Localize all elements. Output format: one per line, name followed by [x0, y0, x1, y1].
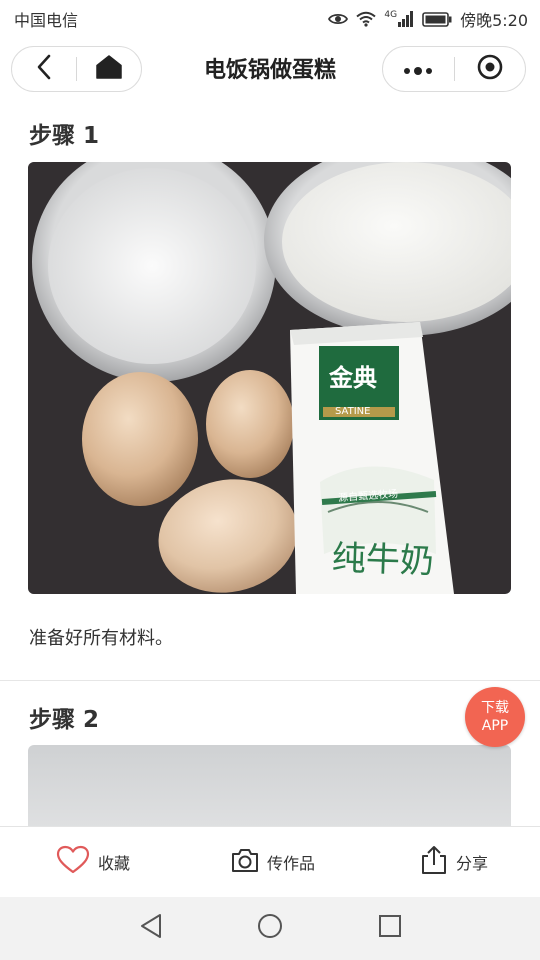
home-button[interactable] [77, 46, 141, 92]
action-bar: 收藏 传作品 分享 [0, 826, 540, 897]
camera-icon [231, 847, 259, 877]
menu-capsule [382, 46, 526, 92]
back-button[interactable] [12, 46, 76, 92]
nav-capsule [11, 46, 142, 92]
status-bar: 中国电信 4G 傍晚5:20 [0, 0, 540, 38]
battery-icon [422, 11, 452, 27]
milk-product-name: 纯牛奶 [331, 538, 435, 582]
milk-brand-text: 金典 [329, 364, 377, 392]
home-icon [96, 55, 122, 83]
share-button[interactable]: 分享 [420, 827, 488, 897]
carrier-name: 中国电信 [14, 11, 79, 30]
recipe-steps[interactable]: 步骤 1 金典 SATINE 源自甄选牧场 纯牛奶 准备好所有材料。 步骤 2 [0, 104, 540, 826]
title-bar: 电饭锅做蛋糕 [0, 38, 540, 104]
system-navigation-bar [0, 897, 540, 960]
step-1-photo[interactable]: 金典 SATINE 源自甄选牧场 纯牛奶 [28, 162, 511, 594]
share-label: 分享 [456, 854, 489, 873]
clock: 傍晚5:20 [460, 11, 528, 30]
cellular-signal-icon: 4G [384, 11, 414, 27]
nav-home-button[interactable] [255, 913, 285, 943]
wifi-icon [356, 11, 376, 27]
back-icon [36, 54, 52, 84]
download-app-button[interactable]: 下载 APP [465, 687, 525, 747]
nav-home-icon [257, 913, 283, 943]
step-1-title: 步骤 1 [29, 123, 100, 149]
more-icon [403, 60, 433, 79]
eye-icon [328, 12, 349, 26]
favorite-label: 收藏 [98, 854, 131, 873]
app-label: APP [481, 718, 509, 734]
close-target-icon [477, 54, 503, 84]
heart-icon [56, 845, 90, 879]
nav-back-icon [139, 913, 163, 943]
step-2-title: 步骤 2 [29, 707, 100, 733]
upload-work-button[interactable]: 传作品 [231, 827, 315, 897]
favorite-button[interactable]: 收藏 [56, 827, 130, 897]
step-divider [0, 680, 540, 681]
step-1-text: 准备好所有材料。 [29, 628, 173, 649]
download-label: 下载 [481, 700, 509, 716]
close-button[interactable] [455, 46, 526, 92]
nav-recents-button[interactable] [375, 913, 405, 943]
upload-work-label: 传作品 [267, 854, 316, 873]
step-2-photo[interactable] [28, 745, 511, 826]
nav-back-button[interactable] [136, 913, 166, 943]
nav-recents-icon [378, 914, 402, 942]
more-button[interactable] [383, 46, 454, 92]
milk-brand-subtext: SATINE [335, 406, 371, 417]
share-icon [420, 845, 448, 879]
network-type-label: 4G [384, 10, 398, 20]
